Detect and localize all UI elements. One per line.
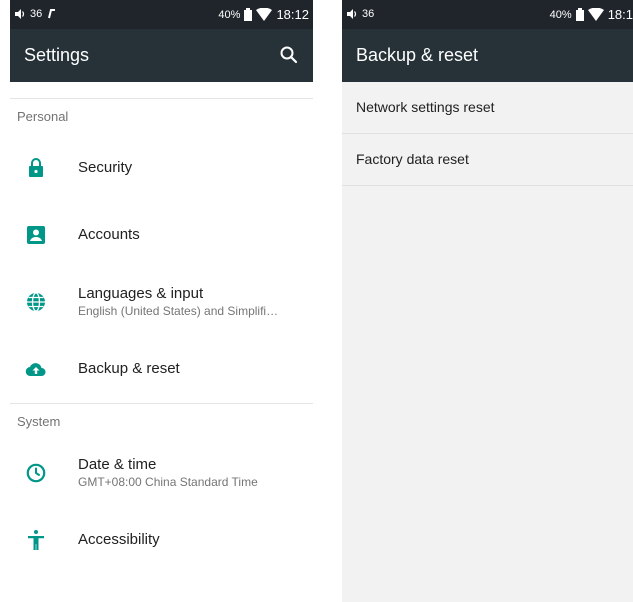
notification-icon bbox=[48, 9, 56, 19]
app-toolbar: Backup & reset bbox=[342, 29, 633, 82]
list-top-divider bbox=[10, 82, 313, 99]
category-header-personal: Personal bbox=[17, 109, 69, 124]
settings-item-languages[interactable]: Languages & input English (United States… bbox=[10, 269, 313, 336]
battery-icon bbox=[244, 8, 253, 21]
volume-level: 36 bbox=[30, 8, 43, 20]
status-bar: 36 40% 18:12 bbox=[10, 0, 313, 29]
status-bar: 36 40% 18:1 bbox=[342, 0, 633, 29]
globe-icon bbox=[27, 292, 45, 312]
volume-icon bbox=[15, 9, 25, 19]
volume-icon bbox=[347, 9, 357, 19]
settings-item-label: Backup & reset bbox=[78, 360, 180, 377]
settings-item-date-time[interactable]: Date & time GMT+08:00 China Standard Tim… bbox=[10, 440, 313, 507]
item-label: Factory data reset bbox=[356, 151, 469, 167]
search-icon[interactable] bbox=[277, 43, 301, 67]
status-time: 18:1 bbox=[607, 7, 633, 22]
settings-item-summary: GMT+08:00 China Standard Time bbox=[78, 475, 258, 489]
wifi-icon bbox=[587, 8, 604, 21]
page-title: Settings bbox=[24, 45, 90, 65]
clock-icon bbox=[26, 463, 46, 483]
volume-level: 36 bbox=[362, 8, 375, 20]
page-title: Backup & reset bbox=[356, 45, 479, 65]
settings-item-label: Languages & input bbox=[78, 285, 204, 302]
wifi-icon bbox=[256, 8, 273, 21]
settings-item-label: Accounts bbox=[78, 226, 140, 243]
battery-percent: 40% bbox=[218, 8, 241, 21]
factory-data-reset-item[interactable]: Factory data reset bbox=[342, 134, 633, 186]
item-label: Network settings reset bbox=[356, 99, 495, 115]
settings-item-label: Accessibility bbox=[78, 531, 160, 548]
accessibility-icon bbox=[28, 530, 44, 550]
settings-item-summary: English (United States) and Simplifi… bbox=[78, 304, 279, 318]
settings-item-security[interactable]: Security bbox=[10, 135, 313, 202]
settings-item-accounts[interactable]: Accounts bbox=[10, 202, 313, 269]
settings-item-label: Security bbox=[78, 159, 133, 176]
settings-screen: 36 40% 18:12 Settings Personal Security … bbox=[10, 0, 313, 602]
battery-percent: 40% bbox=[549, 8, 572, 21]
settings-item-label: Date & time bbox=[78, 456, 157, 473]
status-time: 18:12 bbox=[276, 7, 309, 22]
app-toolbar: Settings bbox=[10, 29, 313, 82]
lock-icon bbox=[29, 158, 43, 177]
backup-reset-screen: 36 40% 18:1 Backup & reset Network setti… bbox=[342, 0, 633, 602]
account-box-icon bbox=[27, 226, 45, 244]
settings-item-backup-reset[interactable]: Backup & reset bbox=[10, 336, 313, 403]
network-settings-reset-item[interactable]: Network settings reset bbox=[342, 82, 633, 134]
battery-icon bbox=[575, 8, 584, 21]
category-header-system: System bbox=[17, 414, 61, 429]
settings-item-accessibility[interactable]: Accessibility bbox=[10, 507, 313, 574]
cloud-upload-icon bbox=[25, 363, 46, 377]
